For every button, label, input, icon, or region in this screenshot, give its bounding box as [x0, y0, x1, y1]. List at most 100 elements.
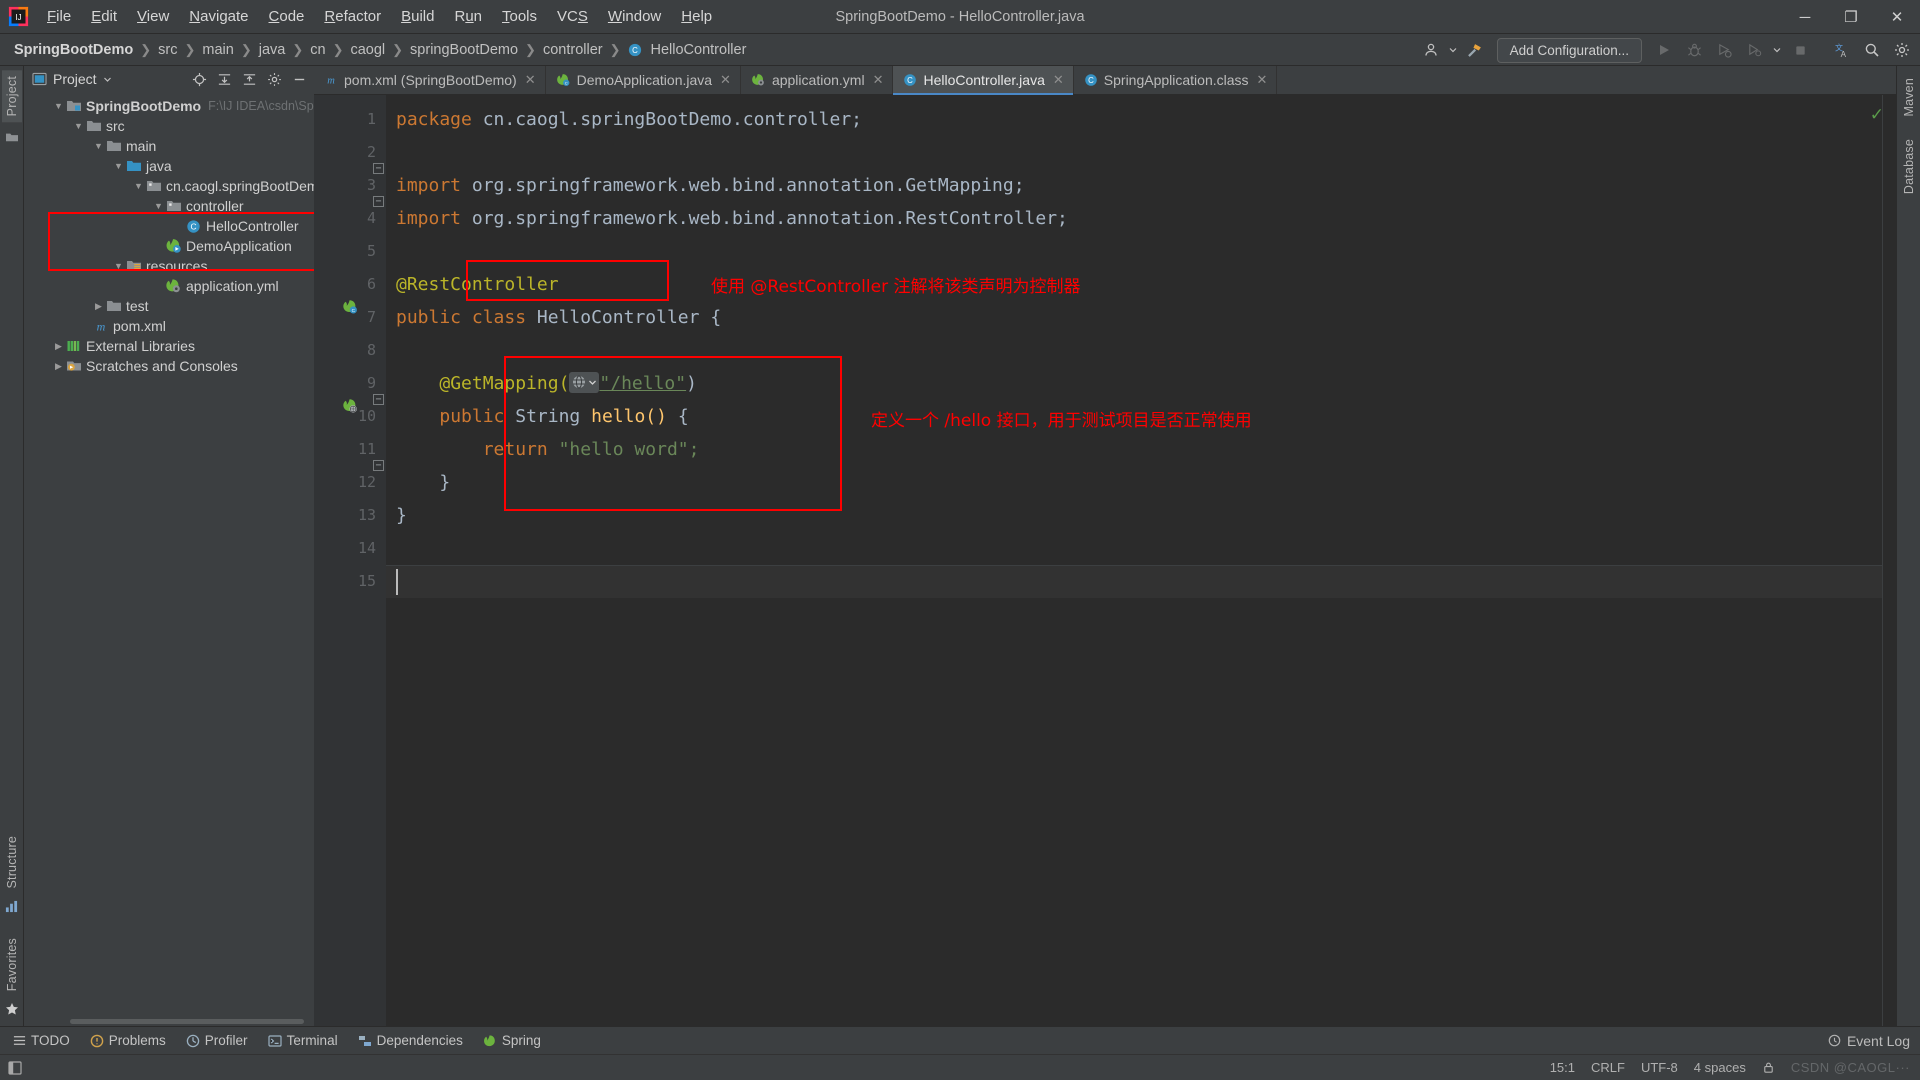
line-separator[interactable]: CRLF: [1591, 1060, 1625, 1075]
chevron-right-icon[interactable]: ▶: [52, 341, 65, 352]
project-tree-scrollbar[interactable]: [70, 1019, 304, 1024]
project-tree[interactable]: ▼ SpringBootDemo F:\IJ IDEA\csdn\SpringB…: [24, 92, 314, 1026]
chevron-down-icon[interactable]: ▼: [132, 181, 145, 191]
tree-item-scratches-consoles[interactable]: ▶ Scratches and Consoles: [24, 356, 314, 376]
close-icon[interactable]: ✕: [525, 72, 536, 88]
tree-item-src[interactable]: ▼ src: [24, 116, 314, 136]
breadcrumb-springbootdemo-pkg[interactable]: springBootDemo: [410, 42, 518, 58]
bottom-bar-right[interactable]: Event Log: [1828, 1033, 1920, 1049]
collapse-all-icon[interactable]: [238, 68, 260, 90]
add-configuration-button[interactable]: Add Configuration...: [1496, 37, 1642, 63]
close-icon[interactable]: ✕: [1257, 72, 1268, 88]
code-editor[interactable]: 1 2 3 4 5 6 7 8 9 10 11 12 13 14 15 − − …: [314, 95, 1896, 1026]
close-icon[interactable]: ✕: [1053, 72, 1064, 88]
bottom-tab-dependencies[interactable]: Dependencies: [349, 1030, 472, 1051]
bottom-tool-bar[interactable]: TODO Problems Profiler Terminal Dependen…: [0, 1026, 1920, 1054]
menu-item-build[interactable]: Build: [391, 4, 444, 29]
search-icon[interactable]: [1858, 37, 1886, 63]
menu-item-vcs[interactable]: VCS: [547, 4, 598, 29]
file-encoding[interactable]: UTF-8: [1641, 1060, 1678, 1075]
menu-item-tools[interactable]: Tools: [492, 4, 547, 29]
maximize-button[interactable]: ❐: [1828, 0, 1874, 34]
tree-item-pom-xml[interactable]: m pom.xml: [24, 316, 314, 336]
fold-marker-import2[interactable]: −: [373, 196, 384, 207]
tool-tab-structure[interactable]: Structure: [2, 830, 22, 895]
chevron-down-icon[interactable]: ▼: [112, 261, 125, 271]
tree-item-test[interactable]: ▶ test: [24, 296, 314, 316]
menu-item-view[interactable]: View: [127, 4, 179, 29]
menu-item-help[interactable]: Help: [671, 4, 722, 29]
close-icon[interactable]: ✕: [720, 72, 731, 88]
fold-marker-imports[interactable]: −: [373, 163, 384, 174]
chevron-right-icon[interactable]: ▶: [92, 301, 105, 312]
menu-item-run[interactable]: Run: [444, 4, 492, 29]
chevron-down-icon[interactable]: ▼: [72, 121, 85, 131]
bottom-tab-terminal[interactable]: Terminal: [259, 1030, 347, 1051]
bottom-tab-spring[interactable]: Spring: [474, 1030, 550, 1051]
expand-all-icon[interactable]: [213, 68, 235, 90]
tree-item-springbootdemo[interactable]: ▼ SpringBootDemo F:\IJ IDEA\csdn\SpringB…: [24, 96, 314, 116]
editor-tab-bar[interactable]: m pom.xml (SpringBootDemo) ✕ C DemoAppli…: [314, 66, 1896, 95]
editor-tab-hellocontroller[interactable]: C HelloController.java ✕: [893, 66, 1074, 95]
hide-panel-icon[interactable]: [288, 68, 310, 90]
tree-item-demoapplication[interactable]: DemoApplication: [24, 236, 314, 256]
coverage-icon[interactable]: [1710, 37, 1738, 63]
close-button[interactable]: ✕: [1874, 0, 1920, 34]
event-log-label[interactable]: Event Log: [1847, 1033, 1910, 1049]
chevron-down-icon[interactable]: [1447, 37, 1459, 63]
menu-item-file[interactable]: File: [37, 4, 81, 29]
breadcrumb-java[interactable]: java: [259, 42, 286, 58]
tree-item-main[interactable]: ▼ main: [24, 136, 314, 156]
status-bar-right[interactable]: 15:1 CRLF UTF-8 4 spaces CSDN @CAOGL···: [1550, 1060, 1920, 1075]
lock-icon[interactable]: [1762, 1061, 1775, 1074]
menu-item-window[interactable]: Window: [598, 4, 671, 29]
web-globe-icon[interactable]: [569, 371, 600, 393]
fold-marker-class-end[interactable]: −: [373, 460, 384, 471]
breadcrumb-cn[interactable]: cn: [310, 42, 325, 58]
bottom-tab-profiler[interactable]: Profiler: [177, 1030, 257, 1051]
tree-item-package-root[interactable]: ▼ cn.caogl.springBootDemo: [24, 176, 314, 196]
tool-tab-project[interactable]: Project: [1, 70, 22, 123]
close-icon[interactable]: ✕: [873, 72, 884, 88]
hammer-icon[interactable]: [1461, 37, 1489, 63]
spring-mapping-gutter-icon[interactable]: [342, 398, 359, 415]
settings-icon[interactable]: [263, 68, 285, 90]
tool-tab-favorites[interactable]: Favorites: [2, 932, 22, 997]
minimize-button[interactable]: ─: [1782, 0, 1828, 34]
chevron-down-icon[interactable]: ▼: [112, 161, 125, 171]
profiler-icon[interactable]: [1740, 37, 1768, 63]
breadcrumb-hellocontroller[interactable]: C HelloController: [628, 42, 746, 58]
editor-tab-springapplication-class[interactable]: C SpringApplication.class ✕: [1074, 66, 1278, 94]
menu-item-code[interactable]: Code: [259, 4, 315, 29]
window-controls[interactable]: ─ ❐ ✕: [1782, 0, 1920, 34]
tree-item-hellocontroller[interactable]: C HelloController: [24, 216, 314, 236]
editor-tab-pom-xml[interactable]: m pom.xml (SpringBootDemo) ✕: [314, 66, 546, 94]
editor-tab-application-yml[interactable]: application.yml ✕: [741, 66, 894, 94]
debug-icon[interactable]: [1680, 37, 1708, 63]
chevron-down-icon[interactable]: [103, 75, 112, 84]
chevron-down-icon[interactable]: [1770, 37, 1784, 63]
breadcrumb-src[interactable]: src: [158, 42, 177, 58]
gear-icon[interactable]: [1888, 37, 1916, 63]
chevron-right-icon[interactable]: ▶: [52, 361, 65, 372]
menu-item-navigate[interactable]: Navigate: [179, 4, 258, 29]
tree-item-resources[interactable]: ▼ resources: [24, 256, 314, 276]
tool-tab-database[interactable]: Database: [1899, 133, 1919, 200]
editor-gutter[interactable]: 1 2 3 4 5 6 7 8 9 10 11 12 13 14 15 − − …: [314, 95, 386, 1026]
user-icon[interactable]: [1417, 37, 1445, 63]
breadcrumb-caogl[interactable]: caogl: [350, 42, 385, 58]
menu-item-refactor[interactable]: Refactor: [314, 4, 391, 29]
chevron-down-icon[interactable]: ▼: [152, 201, 165, 211]
navbar-actions[interactable]: Add Configuration... 文A: [1417, 34, 1916, 66]
menu-item-edit[interactable]: Edit: [81, 4, 127, 29]
indent-setting[interactable]: 4 spaces: [1694, 1060, 1746, 1075]
tool-tab-maven[interactable]: Maven: [1899, 72, 1919, 123]
breadcrumb-main[interactable]: main: [202, 42, 233, 58]
show-tool-windows-icon[interactable]: [8, 1060, 22, 1075]
locate-icon[interactable]: [188, 68, 210, 90]
tree-item-application-yml[interactable]: application.yml: [24, 276, 314, 296]
project-panel-tools[interactable]: [188, 68, 310, 90]
bottom-tab-problems[interactable]: Problems: [81, 1030, 175, 1051]
caret-position[interactable]: 15:1: [1550, 1060, 1575, 1075]
fold-marker-method[interactable]: −: [373, 394, 384, 405]
